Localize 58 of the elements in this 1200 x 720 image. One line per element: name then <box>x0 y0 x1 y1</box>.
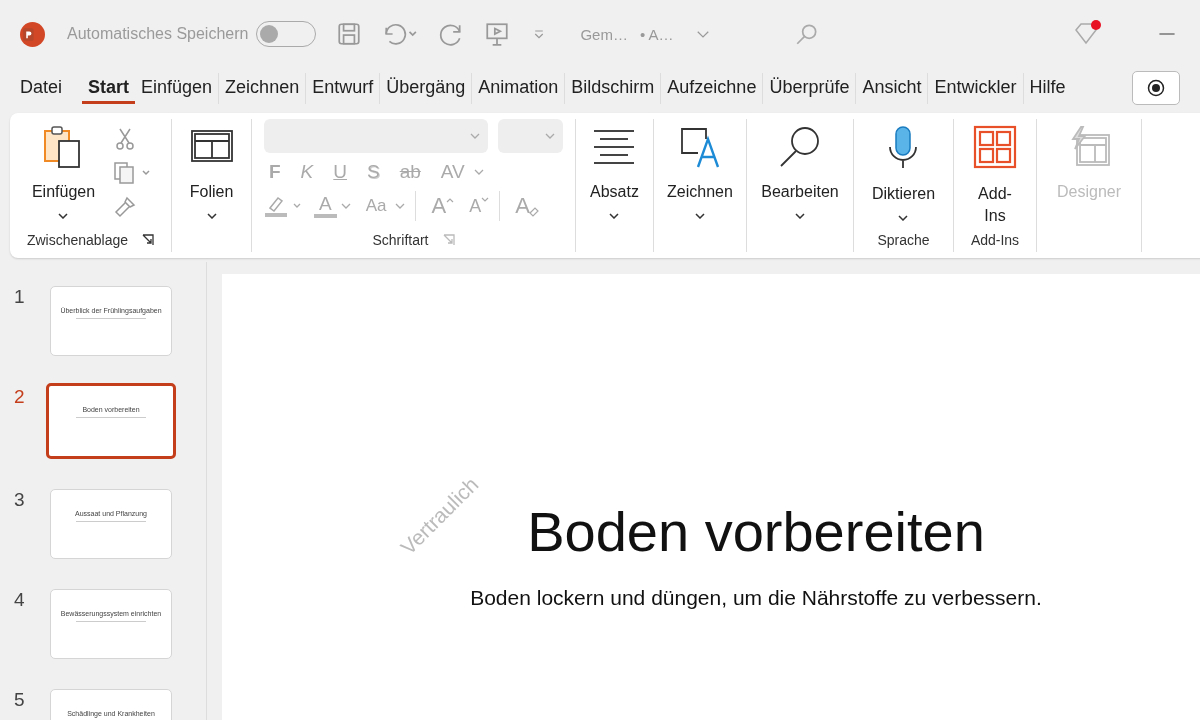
app-logo-icon <box>20 21 45 47</box>
record-icon <box>1147 79 1165 97</box>
undo-icon[interactable] <box>382 21 419 47</box>
chevron-down-icon <box>470 133 481 139</box>
slides-button[interactable]: Folien <box>185 123 238 228</box>
ribbon-tab[interactable]: Start <box>82 72 136 104</box>
chevron-down-icon <box>695 213 705 219</box>
caret-down-icon <box>481 197 490 203</box>
ribbon-tab[interactable]: Zeichnen <box>218 72 306 104</box>
chevron-down-icon <box>58 213 69 219</box>
ribbon-tab[interactable]: Überprüfe <box>762 72 856 104</box>
chevron-down-icon[interactable] <box>395 203 406 209</box>
ribbon-tab[interactable]: Animation <box>471 72 565 104</box>
ribbon-tab[interactable]: Hilfe <box>1022 72 1072 104</box>
chevron-down-icon <box>609 213 620 219</box>
autosave-label: Automatisches Speichern <box>67 25 249 43</box>
ribbon-tab[interactable]: Übergäng <box>379 72 472 104</box>
chevron-down-icon <box>545 133 555 139</box>
caret-up-icon <box>446 197 455 203</box>
chevron-down-icon <box>898 215 909 221</box>
slide-subtitle[interactable]: Boden lockern und düngen, um die Nährstoffe zu verbessern. <box>470 586 1042 610</box>
editing-button[interactable]: Bearbeiten <box>757 123 843 228</box>
slide-title[interactable]: Boden vorbereiten <box>527 499 985 564</box>
ribbon-tab[interactable]: Einfügen <box>135 72 219 104</box>
ribbon-tab[interactable]: Entwickler <box>927 72 1023 104</box>
font-name-field[interactable] <box>264 119 489 153</box>
slide-number: 1 <box>14 286 26 309</box>
ribbon-tab[interactable]: Bildschirm <box>564 72 661 104</box>
group-label: Sprache <box>877 232 930 248</box>
chevron-down-icon[interactable] <box>473 169 484 175</box>
group-label: Schriftart <box>372 232 429 248</box>
search-icon <box>778 125 822 169</box>
dictate-button[interactable]: Diktieren <box>867 123 940 228</box>
paste-button[interactable]: Einfügen <box>27 123 100 228</box>
grid-icon <box>973 125 1017 169</box>
chevron-down-icon <box>206 213 217 219</box>
font-size-field[interactable] <box>498 119 563 153</box>
slide-number: 5 <box>14 689 26 712</box>
format-painter-icon[interactable] <box>113 195 138 219</box>
paragraph-button[interactable]: Absatz <box>586 123 643 228</box>
presentation-icon[interactable] <box>484 21 511 47</box>
slide-number: 4 <box>14 589 26 612</box>
slide-number: 2 <box>14 386 26 409</box>
ribbon-tab[interactable]: Entwurf <box>305 72 380 104</box>
save-icon[interactable] <box>336 21 363 47</box>
add-ins-button[interactable]: Add- Ins <box>969 123 1021 228</box>
drawing-button[interactable]: Zeichnen <box>663 123 737 228</box>
ribbon-tab[interactable]: Ansicht <box>855 72 928 104</box>
dialog-launcher-icon[interactable] <box>142 234 155 246</box>
ribbon-tab[interactable]: Datei <box>20 72 69 104</box>
group-label: Zwischenablage <box>26 232 129 248</box>
shape-text-icon <box>678 125 722 169</box>
group-label: Add-Ins <box>970 232 1020 248</box>
ribbon-tab[interactable]: Aufzeichne <box>660 72 763 104</box>
chevron-down-icon <box>795 213 805 219</box>
record-button[interactable] <box>1132 71 1180 105</box>
chevron-down-icon[interactable] <box>340 203 351 209</box>
slide-number: 3 <box>14 489 26 512</box>
